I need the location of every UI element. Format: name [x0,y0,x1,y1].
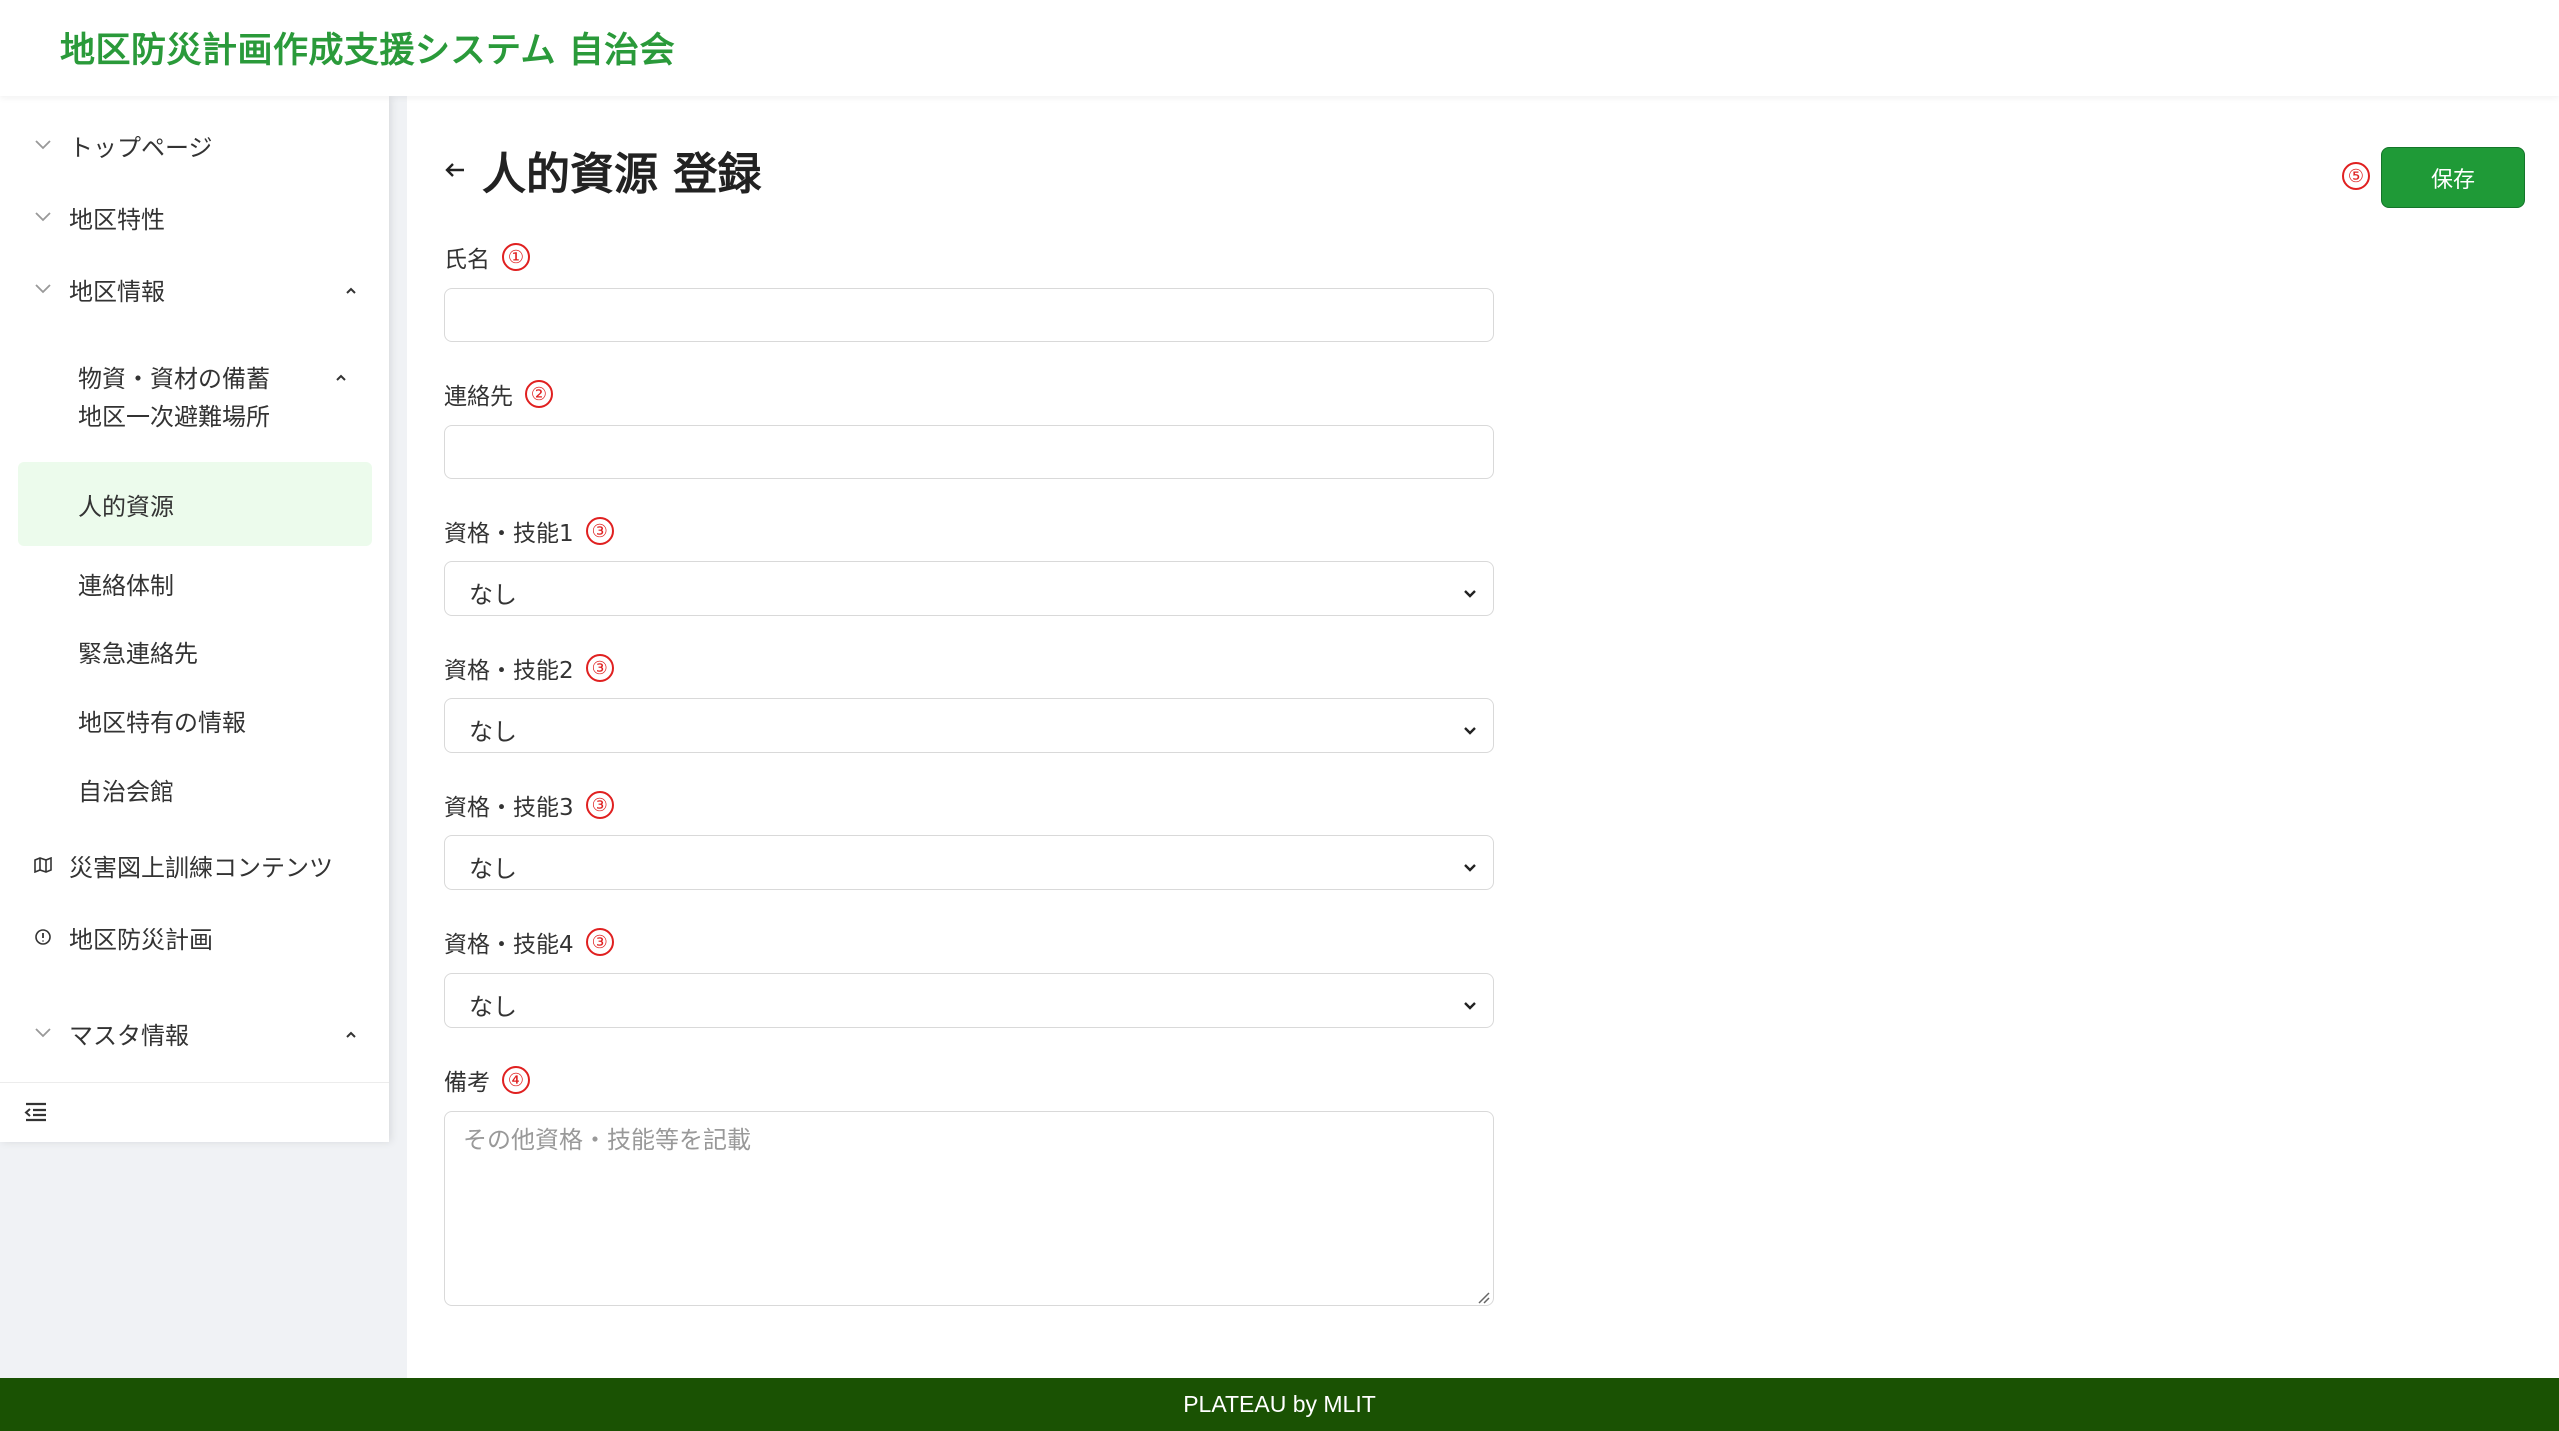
sidebar-item-label: 地区一次避難場所 [78,402,270,431]
skill-1-field-label: 資格・技能1 ③ [444,514,614,548]
sidebar-item-district-info[interactable]: 地区情報 [0,261,389,317]
select-value: なし [469,718,517,746]
map-icon [32,854,54,876]
sidebar-item-district-specific-info[interactable]: 地区特有の情報 [18,694,372,746]
chevron-up-icon [345,1024,357,1043]
field-label-text: 氏名 [444,247,490,273]
sidebar-item-human-resources[interactable]: 人的資源 [18,462,372,546]
save-button[interactable]: 保存 [2381,147,2525,208]
field-marker: ① [502,243,530,271]
field-marker: ② [525,380,553,408]
sidebar-item-community-hall[interactable]: 自治会館 [18,763,372,815]
field-marker: ③ [585,791,614,819]
app-title: 地区防災計画作成支援システム 自治会 [60,31,676,71]
sidebar-item-label: 地区特性 [69,205,165,234]
sidebar-divider [0,1082,389,1083]
arrow-left-icon[interactable] [440,155,470,185]
chevron-up-icon [335,367,347,386]
field-label-text: 資格・技能2 [444,658,574,684]
skill-4-field-label: 資格・技能4 ③ [444,925,614,959]
field-marker: ③ [585,517,614,545]
field-marker: ③ [585,654,614,682]
select-value: なし [469,581,517,609]
sidebar-item-label: 人的資源 [78,492,174,521]
notes-textarea[interactable] [444,1111,1494,1306]
field-label-text: 資格・技能3 [444,795,574,821]
sidebar-item-master-info[interactable]: マスタ情報 [0,1005,389,1061]
field-label-text: 備考 [444,1070,490,1096]
skill-1-select[interactable]: なし [444,561,1494,616]
sidebar-item-label: 地区防災計画 [69,925,213,954]
select-value: なし [469,993,517,1021]
sidebar-item-district-characteristics[interactable]: 地区特性 [0,189,389,245]
field-marker: ④ [502,1066,530,1094]
skill-3-field-label: 資格・技能3 ③ [444,788,614,822]
sidebar: トップページ 地区特性 地区情報 物資・資材の備蓄 地区一次避難場所 人的資源 … [0,96,389,1142]
sidebar-item-label: 連絡体制 [78,571,174,600]
chevron-down-icon [1461,717,1479,735]
sidebar-item-top-page[interactable]: トップページ [0,117,389,173]
chevron-down-icon [1461,854,1479,872]
chevron-down-icon [32,134,54,156]
chevron-down-icon [32,1022,54,1044]
chevron-down-icon [32,206,54,228]
sidebar-item-label: 緊急連絡先 [78,639,198,668]
notes-field-label: 備考 ④ [444,1063,530,1097]
field-label-text: 資格・技能4 [444,932,574,958]
sidebar-item-label: マスタ情報 [69,1021,189,1050]
chevron-down-icon [1461,580,1479,598]
name-field-label: 氏名 ① [444,240,530,274]
sidebar-item-label: 地区情報 [69,277,165,306]
sidebar-item-contact-system[interactable]: 連絡体制 [18,557,372,609]
page-header: 人的資源 登録 [440,140,761,200]
info-circle-icon [32,926,54,948]
menu-collapse-icon[interactable] [22,1098,50,1126]
resize-handle-icon[interactable] [1476,1289,1490,1304]
select-value: なし [469,855,517,883]
sidebar-item-label: 地区特有の情報 [78,708,246,737]
sidebar-item-label: トップページ [69,133,213,162]
skill-2-field-label: 資格・技能2 ③ [444,651,614,685]
sidebar-item-emergency-contacts[interactable]: 緊急連絡先 [18,625,372,677]
sidebar-item-tabletop-training[interactable]: 災害図上訓練コンテンツ [0,837,389,893]
footer: PLATEAU by MLIT [0,1378,2559,1431]
sidebar-item-label: 災害図上訓練コンテンツ [69,853,333,882]
name-input[interactable] [444,288,1494,342]
sidebar-item-disaster-plan[interactable]: 地区防災計画 [0,909,389,965]
page-title: 人的資源 登録 [482,149,762,200]
skill-4-select[interactable]: なし [444,973,1494,1028]
field-marker: ③ [585,928,614,956]
app-header: 地区防災計画作成支援システム 自治会 [0,0,2559,96]
chevron-down-icon [1461,992,1479,1010]
contact-field-label: 連絡先 ② [444,377,553,411]
sidebar-item-label: 自治会館 [78,777,174,806]
field-label-text: 資格・技能1 [444,521,574,547]
save-marker: ⑤ [2342,162,2370,190]
skill-2-select[interactable]: なし [444,698,1494,753]
contact-input[interactable] [444,425,1494,479]
chevron-down-icon [32,278,54,300]
skill-3-select[interactable]: なし [444,835,1494,890]
sidebar-item-evacuation-site[interactable]: 地区一次避難場所 [18,388,372,440]
chevron-up-icon [345,280,357,299]
field-label-text: 連絡先 [444,384,513,410]
footer-text: PLATEAU by MLIT [1183,1391,1376,1417]
